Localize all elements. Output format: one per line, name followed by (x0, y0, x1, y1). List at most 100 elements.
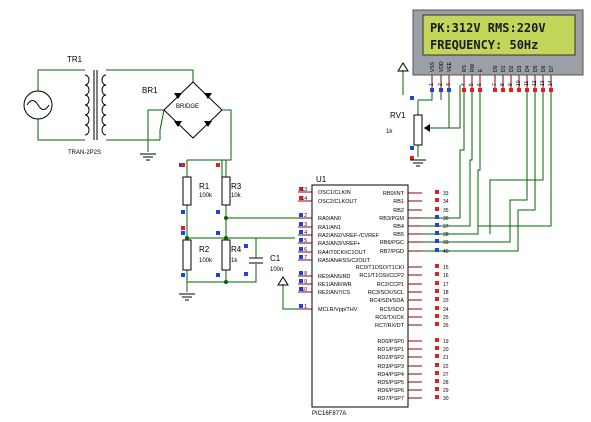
junction-dot (185, 236, 189, 240)
mcu-right-pin-name: RD5/PSP5 (377, 380, 404, 386)
wire (222, 109, 232, 161)
mcu-right-pin-name: RB1 (393, 199, 404, 205)
pin-marker (435, 354, 439, 358)
mcu-right-pin-name: RC0/T1OSO/T1CKI (356, 265, 405, 271)
mcu-right-pin-name: RD4/PSP4 (377, 372, 404, 378)
mcu-right-pin-number: 15 (443, 265, 449, 271)
lcd-pin-name: VDD (439, 61, 445, 72)
mcu-right-pin-name: RD7/PSP7 (377, 396, 404, 402)
pin-marker (299, 255, 303, 259)
wire (422, 90, 528, 243)
wire (147, 109, 164, 152)
pin-marker (410, 96, 414, 100)
pin-marker (435, 207, 439, 211)
mcu-left-pin-number: 7 (304, 255, 307, 261)
pin-marker (435, 215, 439, 219)
pin-marker (435, 281, 439, 285)
mcu-right-pin-name: RB0/INT (383, 191, 405, 197)
mcu-left-pin-number: 1 (304, 304, 307, 310)
wire (422, 90, 481, 235)
mcu-left-pin-name: RE2/AN7/CS (318, 290, 350, 296)
power-arrow-icon (397, 62, 409, 72)
mcu-right-pin-name: RB7/PGD (380, 249, 404, 255)
pin-marker (470, 88, 474, 92)
lcd-pin-number: 13 (540, 80, 546, 86)
pin-marker (517, 88, 521, 92)
mcu-right-pin-name: RB2 (393, 208, 404, 214)
pin-marker (410, 146, 414, 150)
lcd-line-1: PK:312V RMS:220V (430, 21, 546, 35)
mcu-right-pin-number: 40 (443, 249, 449, 255)
mcu-right-pin-name: RB3/PGM (379, 216, 404, 222)
mcu-right-pin-number: 28 (443, 380, 449, 386)
mcu-ref: U1 (316, 175, 327, 184)
transformer-secondary-turn (101, 94, 107, 106)
pin-marker (435, 371, 439, 375)
lcd-pin-number: 6 (477, 83, 483, 86)
mcu-right-pin-number: 37 (443, 224, 449, 230)
mcu-right-pin-number: 30 (443, 396, 449, 402)
mcu-right-pin-number: 20 (443, 347, 449, 353)
pin-marker (216, 231, 220, 235)
mcu-left-pin-name: RA4/T0CKI/C1OUT (318, 250, 367, 256)
mcu-right-pin-name: RC1/T1OSI/CCP2 (359, 273, 404, 279)
capacitor-ref: C1 (270, 254, 281, 263)
pin-marker (435, 190, 439, 194)
mcu-left-pin-name: OSC2/CLKOUT (318, 199, 357, 205)
pin-marker (244, 272, 248, 276)
bridge-ref: BR1 (142, 86, 158, 95)
transformer-primary-turn (84, 94, 90, 106)
lcd-pin-number: 3 (446, 83, 452, 86)
bridge-diamond (163, 81, 223, 139)
pin-marker (435, 231, 439, 235)
transformer-primary-turn (84, 104, 90, 116)
mcu-left-pin-name: RA1/AN1 (318, 225, 341, 231)
transformer-primary-turn (84, 124, 90, 136)
mcu-left-pin-number: 3 (304, 222, 307, 228)
wire (180, 69, 194, 82)
lcd-pin-number: 10 (516, 80, 522, 86)
lcd-pin-number: 2 (438, 83, 444, 86)
mcu-right-pin-name: RD1/PSP1 (377, 347, 404, 353)
mcu-left-pin-name: OSC1/CLKIN (318, 190, 351, 196)
mcu-right-pin-number: 16 (443, 273, 449, 279)
transformer-ref: TR1 (67, 55, 83, 64)
potentiometer-wiper-icon (424, 124, 430, 132)
pin-marker (299, 230, 303, 234)
pin-marker (435, 198, 439, 202)
pin-marker (299, 271, 303, 275)
mcu-right-pin-number: 24 (443, 307, 449, 313)
lcd-pin-name: VSS (430, 61, 436, 72)
pin-marker (299, 222, 303, 226)
pin-marker (299, 247, 303, 251)
mcu-left-pin-name: RA3/AN3/VREF+ (318, 241, 360, 247)
pin-marker (216, 163, 220, 167)
mcu-right-pin-name: RD6/PSP6 (377, 388, 404, 394)
mcu-right-pin-number: 23 (443, 298, 449, 304)
pin-marker (299, 304, 303, 308)
transformer-model: TRAN-2P2S (68, 150, 101, 156)
mcu-right-pin-name: RB5 (393, 232, 404, 238)
pin-marker (462, 88, 466, 92)
labels: TR1 TRAN-2P2S BR1 BRIDGE R1 100k R3 10k R2 100k R4… (67, 21, 555, 417)
pin-marker (439, 88, 443, 92)
pin-marker (549, 88, 553, 92)
mcu-left-pin-name: RA0/AN0 (318, 216, 341, 222)
mcu-left-pin-name: MCLR/Vpp/THV (318, 307, 358, 313)
lcd-line-2: FREQUENCY: 50Hz (430, 38, 538, 52)
lcd-pin-name: D1 (501, 65, 507, 72)
junction-dot (224, 236, 228, 240)
lcd-pin-name: D6 (541, 65, 547, 72)
pin-marker (181, 210, 185, 214)
transformer-secondary-turn (101, 114, 107, 126)
mcu-left-pin-number: 5 (304, 238, 307, 244)
lcd-pin-number: 11 (524, 81, 530, 86)
mcu-right-pin-name: RB4 (393, 224, 404, 230)
lcd-pin-number: 12 (532, 80, 538, 86)
mcu-right-pin-number: 22 (443, 364, 449, 370)
mcu-right-pin-name: RC3/SCK/SCL (368, 290, 404, 296)
lcd-pin-number: 1 (429, 83, 435, 86)
resistor-r2-ref: R2 (199, 245, 210, 254)
mcu-left-pin-number: 13 (301, 187, 307, 193)
pin-marker (493, 88, 497, 92)
